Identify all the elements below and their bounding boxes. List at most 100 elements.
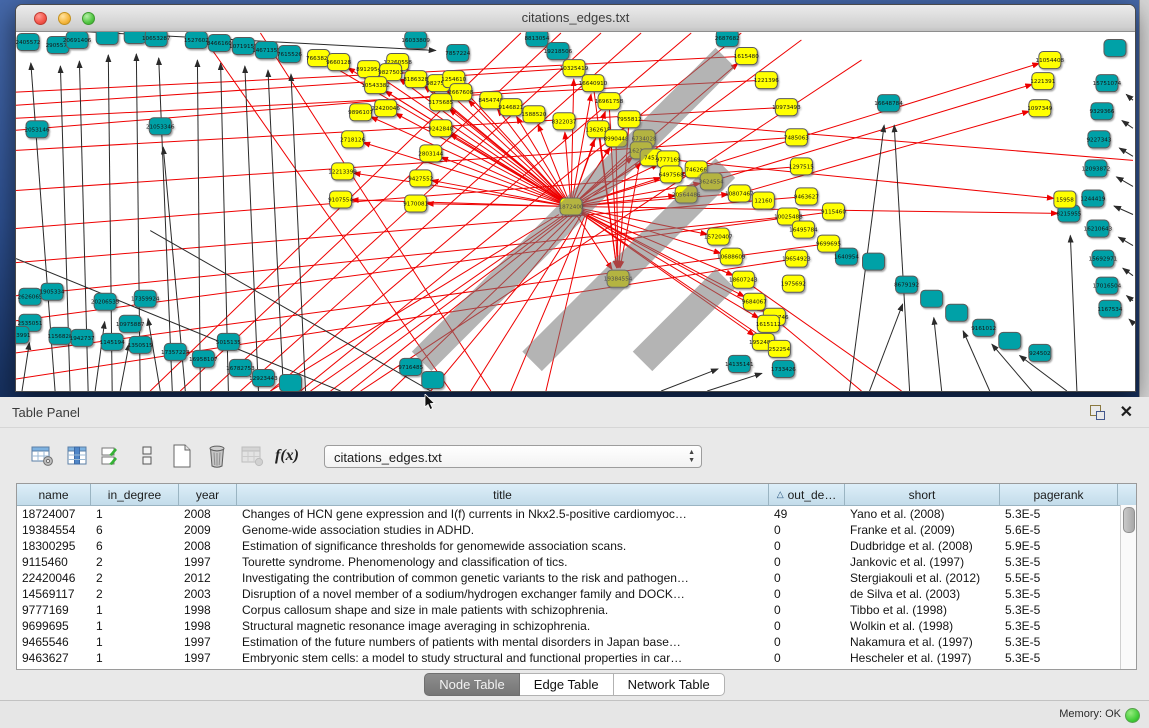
table-cell[interactable]: 1997	[179, 555, 237, 569]
table-cell[interactable]: 49	[769, 507, 845, 521]
table-cell[interactable]: 1998	[179, 619, 237, 633]
new-table-icon[interactable]	[170, 444, 194, 468]
table-cell[interactable]: 5.5E-5	[1000, 571, 1118, 585]
table-cell[interactable]: de Silva et al. (2003)	[845, 587, 1000, 601]
table-cell[interactable]: 2	[91, 571, 179, 585]
table-row[interactable]: 1830029562008Estimation of significance …	[17, 538, 1136, 554]
table-cell[interactable]: 1997	[179, 651, 237, 665]
table-row[interactable]: 2242004622012Investigating the contribut…	[17, 570, 1136, 586]
table-row[interactable]: 1938455462009Genome-wide association stu…	[17, 522, 1136, 538]
table-cell[interactable]: 0	[769, 555, 845, 569]
table-cell[interactable]: 5.3E-5	[1000, 619, 1118, 633]
column-header-pagerank[interactable]: pagerank	[1000, 484, 1118, 505]
table-row[interactable]: 969969511998Structural magnetic resonanc…	[17, 618, 1136, 634]
table-cell[interactable]: 0	[769, 539, 845, 553]
table-cell[interactable]: Yano et al. (2008)	[845, 507, 1000, 521]
table-cell[interactable]: 5.6E-5	[1000, 523, 1118, 537]
table-cell[interactable]: 2009	[179, 523, 237, 537]
column-header-out_de[interactable]: △out_de…	[769, 484, 845, 505]
table-cell[interactable]: Tibbo et al. (1998)	[845, 603, 1000, 617]
table-row[interactable]: 946362711997Embryonic stem cells: a mode…	[17, 650, 1136, 666]
table-cell[interactable]: 0	[769, 603, 845, 617]
float-panel-icon[interactable]	[1090, 405, 1105, 420]
table-cell[interactable]: 9115460	[17, 555, 91, 569]
table-row[interactable]: 1872400712008Changes of HCN gene express…	[17, 506, 1136, 522]
table-cell[interactable]: 1998	[179, 603, 237, 617]
table-cell[interactable]: 5.3E-5	[1000, 587, 1118, 601]
table-cell[interactable]: Structural magnetic resonance image aver…	[237, 619, 769, 633]
table-settings-icon[interactable]	[30, 444, 54, 468]
close-panel-icon[interactable]: ✕	[1120, 402, 1133, 422]
table-cell[interactable]: 5.3E-5	[1000, 635, 1118, 649]
table-cell[interactable]: 2	[91, 555, 179, 569]
table-cell[interactable]: 1	[91, 635, 179, 649]
table-cell[interactable]: 0	[769, 651, 845, 665]
table-cell[interactable]: 2012	[179, 571, 237, 585]
table-row[interactable]: 946554611997Estimation of the future num…	[17, 634, 1136, 650]
table-cell[interactable]: Dudbridge et al. (2008)	[845, 539, 1000, 553]
table-cell[interactable]: 22420046	[17, 571, 91, 585]
table-row[interactable]: 911546021997Tourette syndrome. Phenomeno…	[17, 554, 1136, 570]
table-cell[interactable]: Corpus callosum shape and size in male p…	[237, 603, 769, 617]
table-cell[interactable]: Changes of HCN gene expression and I(f) …	[237, 507, 769, 521]
table-cell[interactable]: Wolkin et al. (1998)	[845, 619, 1000, 633]
tab-edge-table[interactable]: Edge Table	[520, 673, 614, 696]
table-cell[interactable]: 9465546	[17, 635, 91, 649]
table-cell[interactable]: 14569117	[17, 587, 91, 601]
table-cell[interactable]: 5.3E-5	[1000, 507, 1118, 521]
column-header-title[interactable]: title	[237, 484, 769, 505]
tab-network-table[interactable]: Network Table	[614, 673, 725, 696]
tab-node-table[interactable]: Node Table	[424, 673, 520, 696]
column-header-short[interactable]: short	[845, 484, 1000, 505]
network-select[interactable]: citations_edges.txt ▲▼	[324, 445, 702, 468]
table-cell[interactable]: 5.3E-5	[1000, 555, 1118, 569]
table-cell[interactable]: 1997	[179, 635, 237, 649]
window-resize-grip[interactable]	[15, 30, 1133, 389]
table-row[interactable]: 1456911722003Disruption of a novel membe…	[17, 586, 1136, 602]
table-cell[interactable]: Disruption of a novel member of a sodium…	[237, 587, 769, 601]
table-cell[interactable]: Estimation of the future numbers of pati…	[237, 635, 769, 649]
table-cell[interactable]: Jankovic et al. (1997)	[845, 555, 1000, 569]
table-cell[interactable]: 9699695	[17, 619, 91, 633]
table-cell[interactable]: 1	[91, 619, 179, 633]
table-cell[interactable]: 1	[91, 651, 179, 665]
table-cell[interactable]: 0	[769, 523, 845, 537]
table-cell[interactable]: Hescheler et al. (1997)	[845, 651, 1000, 665]
table-cell[interactable]: 18724007	[17, 507, 91, 521]
table-cell[interactable]: 6	[91, 539, 179, 553]
table-cell[interactable]: 0	[769, 635, 845, 649]
table-cell[interactable]: 2008	[179, 539, 237, 553]
function-builder-icon[interactable]: f(x)	[275, 444, 299, 468]
table-cell[interactable]: 5.3E-5	[1000, 651, 1118, 665]
table-cell[interactable]: 5.3E-5	[1000, 603, 1118, 617]
select-columns-icon[interactable]	[65, 444, 89, 468]
table-cell[interactable]: 0	[769, 571, 845, 585]
table-cell[interactable]: 2008	[179, 507, 237, 521]
network-canvas[interactable]: 2405572290557220691406106532871527602846…	[16, 32, 1135, 391]
table-cell[interactable]: 19384554	[17, 523, 91, 537]
table-cell[interactable]: 0	[769, 619, 845, 633]
select-rows-icon[interactable]	[100, 444, 124, 468]
table-cell[interactable]: Genome-wide association studies in ADHD.	[237, 523, 769, 537]
table-cell[interactable]: Tourette syndrome. Phenomenology and cla…	[237, 555, 769, 569]
table-cell[interactable]: 18300295	[17, 539, 91, 553]
table-cell[interactable]: 2003	[179, 587, 237, 601]
table-cell[interactable]: Nakamura et al. (1997)	[845, 635, 1000, 649]
table-cell[interactable]: 2	[91, 587, 179, 601]
window-titlebar[interactable]: citations_edges.txt	[16, 5, 1135, 32]
table-scrollbar[interactable]	[1120, 505, 1136, 669]
table-cell[interactable]: Embryonic stem cells: a model to study s…	[237, 651, 769, 665]
table-cell[interactable]: Investigating the contribution of common…	[237, 571, 769, 585]
table-cell[interactable]: Franke et al. (2009)	[845, 523, 1000, 537]
table-cell[interactable]: 9463627	[17, 651, 91, 665]
table-cell[interactable]: 9777169	[17, 603, 91, 617]
table-row[interactable]: 977716911998Corpus callosum shape and si…	[17, 602, 1136, 618]
table-cell[interactable]: 0	[769, 587, 845, 601]
table-cell[interactable]: Estimation of significance thresholds fo…	[237, 539, 769, 553]
column-header-name[interactable]: name	[17, 484, 91, 505]
delete-table-icon[interactable]	[205, 444, 229, 468]
row-height-icon[interactable]	[135, 444, 159, 468]
column-header-in_degree[interactable]: in_degree	[91, 484, 179, 505]
table-cell[interactable]: 1	[91, 507, 179, 521]
table-cell[interactable]: Stergiakouli et al. (2012)	[845, 571, 1000, 585]
